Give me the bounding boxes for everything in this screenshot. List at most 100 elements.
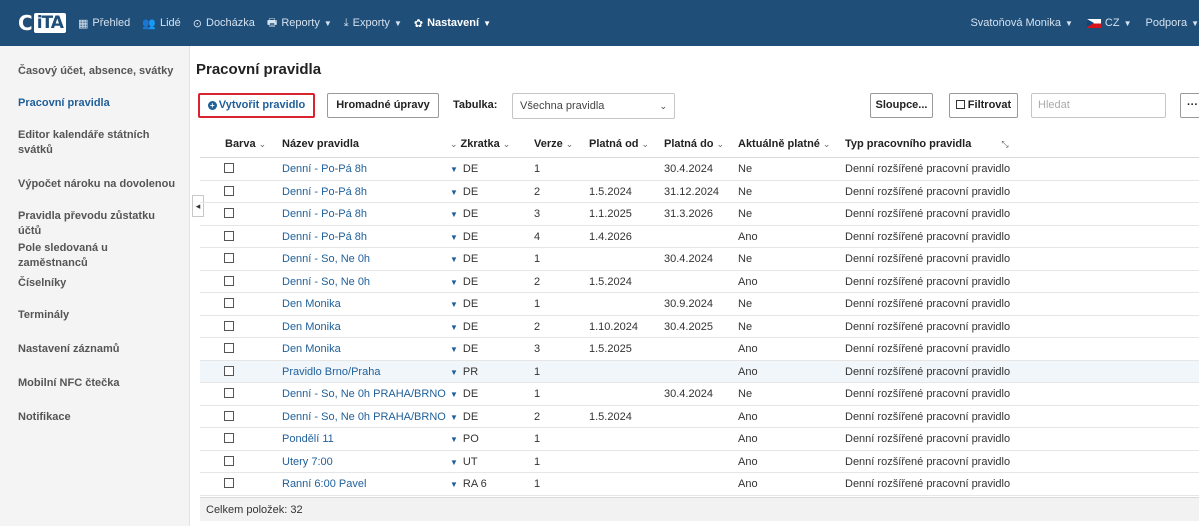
row-checkbox[interactable] <box>224 410 234 421</box>
cell-name[interactable]: Denní - Po-Pá 8h <box>282 186 367 198</box>
row-checkbox[interactable] <box>224 365 234 376</box>
cell-name[interactable]: Pravidlo Brno/Praha <box>282 366 380 378</box>
row-checkbox[interactable] <box>224 478 234 488</box>
table-row[interactable]: Den Monika ▼ DE 1 30.9.2024 Ne Denní rozšířené… <box>200 293 1199 316</box>
search-input[interactable]: Hledat <box>1031 93 1166 118</box>
filter-button[interactable]: Filtrovat <box>949 93 1018 118</box>
row-checkbox[interactable] <box>224 388 234 398</box>
color-dropdown-icon[interactable]: ▼ <box>450 435 458 444</box>
table-row[interactable]: Utery 7:00 ▼ UT 1 Ano Denní rozšířené pracovn… <box>200 451 1199 473</box>
color-dropdown-icon[interactable]: ▼ <box>450 210 458 219</box>
create-rule-button[interactable]: + Vytvořit pravidlo <box>198 93 315 118</box>
table-row[interactable]: Denní - So, Ne 0h ▼ DE 2 1.5.2024 Ano Denní ro… <box>200 271 1199 293</box>
color-dropdown-icon[interactable]: ▼ <box>450 188 458 197</box>
color-dropdown-icon[interactable]: ▼ <box>450 413 458 422</box>
sort-icon: ⌄ <box>716 139 725 149</box>
table-row[interactable]: Den Monika ▼ DE 2 1.10.2024 30.4.2025 Ne Denní … <box>200 316 1199 338</box>
color-dropdown-icon[interactable]: ▼ <box>450 345 458 354</box>
cell-name[interactable]: Denní - Po-Pá 8h <box>282 208 367 220</box>
sidebar-item[interactable]: Nastavení záznamů <box>18 342 178 357</box>
cell-name[interactable]: Denní - So, Ne 0h <box>282 253 370 265</box>
color-dropdown-icon[interactable]: ▼ <box>450 458 458 467</box>
color-dropdown-icon[interactable]: ▼ <box>450 233 458 242</box>
nav-printer-menu[interactable]: 🖶 Reporty ▼ <box>267 14 332 33</box>
sidebar-item[interactable]: Pracovní pravidla <box>18 96 178 111</box>
sidebar-item[interactable]: Výpočet nároku na dovolenou <box>18 177 178 192</box>
table-row[interactable]: Pondělí 11 ▼ PO 1 Ano Denní rozšířené pracovn… <box>200 428 1199 451</box>
color-dropdown-icon[interactable]: ▼ <box>450 255 458 264</box>
cell-name[interactable]: Den Monika <box>282 298 341 310</box>
cell-name[interactable]: Denní - Po-Pá 8h <box>282 163 367 175</box>
cell-name[interactable]: Denní - So, Ne 0h <box>282 276 370 288</box>
sidebar-item[interactable]: Pravidla převodu zůstatku účtů <box>18 209 178 239</box>
sidebar-item[interactable]: Pole sledovaná u zaměstnanců <box>18 241 178 271</box>
table-row[interactable]: Denní - So, Ne 0h PRAHA/BRNO ▼ DE 1 30.4.202… <box>200 383 1199 406</box>
sidebar-item[interactable]: Časový účet, absence, svátky <box>18 64 178 79</box>
support-menu[interactable]: Podpora ▼ <box>1145 17 1199 29</box>
cell-name[interactable]: Utery 7:00 <box>282 456 333 468</box>
color-dropdown-icon[interactable]: ▼ <box>450 480 458 489</box>
cell-name[interactable]: Denní - Po-Pá 8h <box>282 231 367 243</box>
cell-name[interactable]: Pondělí 11 <box>282 433 334 445</box>
table-row[interactable]: Den Monika ▼ DE 3 1.5.2025 Ano Denní rozšířené… <box>200 338 1199 361</box>
column-header-valid-from[interactable]: Platná od ⌄ <box>589 138 649 150</box>
color-dropdown-icon[interactable]: ▼ <box>450 390 458 399</box>
more-options-button[interactable]: ··· <box>1180 93 1199 118</box>
row-checkbox[interactable] <box>224 208 234 218</box>
color-dropdown-icon[interactable]: ▼ <box>450 323 458 332</box>
nav-clock-menu[interactable]: ⊙ Docházka <box>193 17 255 30</box>
row-checkbox[interactable] <box>224 253 234 263</box>
color-dropdown-icon[interactable]: ▼ <box>450 368 458 377</box>
cell-text: 3 <box>534 343 541 355</box>
row-checkbox[interactable] <box>224 298 234 308</box>
table-row[interactable]: Denní - Po-Pá 8h ▼ DE 1 30.4.2024 Ne Denní roz… <box>200 158 1199 181</box>
cell-text: Ano <box>738 230 758 243</box>
table-row[interactable]: Denní - So, Ne 0h ▼ DE 1 30.4.2024 Ne Denní ro… <box>200 248 1199 271</box>
table-row[interactable]: Denní - So, Ne 0h PRAHA/BRNO ▼ DE 2 1.5.2024… <box>200 406 1199 428</box>
cell-name[interactable]: Ranní 6:00 Pavel <box>282 478 366 490</box>
sidebar-item[interactable]: Terminály <box>18 308 178 323</box>
column-header-color[interactable]: Barva ⌄ <box>225 138 266 150</box>
language-menu[interactable]: CZ ▼ <box>1086 17 1131 29</box>
sidebar-item[interactable]: Editor kalendáře státních svátků <box>18 128 178 158</box>
sidebar-item[interactable]: Notifikace <box>18 410 178 425</box>
mass-edit-button[interactable]: Hromadné úpravy <box>327 93 439 118</box>
color-dropdown-icon[interactable]: ▼ <box>450 165 458 174</box>
row-checkbox[interactable] <box>224 185 234 196</box>
table-row[interactable]: Denní - Po-Pá 8h ▼ DE 3 1.1.2025 31.3.2026 Ne D… <box>200 203 1199 226</box>
column-header-name[interactable]: Název pravidla <box>282 138 359 150</box>
row-checkbox[interactable] <box>224 320 234 331</box>
cell-name[interactable]: Denní - So, Ne 0h PRAHA/BRNO <box>282 411 446 423</box>
sidebar-item[interactable]: Mobilní NFC čtečka <box>18 376 178 391</box>
table-row[interactable]: Denní - Po-Pá 8h ▼ DE 2 1.5.2024 31.12.2024 Ne… <box>200 181 1199 203</box>
column-header-current[interactable]: Aktuálně platné ⌄ <box>738 138 830 150</box>
row-checkbox[interactable] <box>224 163 234 173</box>
nav-gear-menu[interactable]: ✿ Nastavení ▼ <box>414 17 491 30</box>
app-logo[interactable]: CiTA <box>18 11 66 35</box>
nav-people-menu[interactable]: 👥 Lidé <box>142 17 181 30</box>
color-dropdown-icon[interactable]: ▼ <box>450 300 458 309</box>
row-checkbox[interactable] <box>224 230 234 241</box>
column-header-type[interactable]: Typ pracovního pravidla ⤡ <box>845 138 1009 150</box>
user-menu[interactable]: Svatoňová Monika ▼ <box>970 17 1072 29</box>
row-checkbox[interactable] <box>224 433 234 443</box>
cell-name[interactable]: Denní - So, Ne 0h PRAHA/BRNO <box>282 388 446 400</box>
table-row[interactable]: Pravidlo Brno/Praha ▼ PR 1 Ano Denní rozšířen… <box>200 360 1199 383</box>
column-header-version[interactable]: Verze ⌄ <box>534 138 573 150</box>
row-checkbox[interactable] <box>224 275 234 286</box>
table-select[interactable]: Všechna pravidla ⌄ <box>512 93 675 119</box>
nav-grid-menu[interactable]: ▦ Přehled <box>78 17 130 30</box>
color-dropdown-icon[interactable]: ▼ <box>450 278 458 287</box>
row-checkbox[interactable] <box>224 455 234 466</box>
cell-current: Ne <box>738 298 752 310</box>
table-row[interactable]: Denní - Po-Pá 8h ▼ DE 4 1.4.2026 Ano Denní roz… <box>200 226 1199 248</box>
cell-name[interactable]: Den Monika <box>282 321 341 333</box>
sidebar-item[interactable]: Číselníky <box>18 276 178 291</box>
table-row[interactable]: Ranní 6:00 Pavel ▼ RA 6 1 Ano Denní rozšířené… <box>200 473 1199 496</box>
columns-button[interactable]: Sloupce... <box>870 93 933 118</box>
column-header-valid-to[interactable]: Platná do ⌄ <box>664 138 724 150</box>
column-header-code[interactable]: ⌄ Zkratka ⌄ <box>450 138 510 150</box>
nav-export-menu[interactable]: ⤓ Exporty ▼ <box>344 17 402 30</box>
row-checkbox[interactable] <box>224 343 234 353</box>
cell-name[interactable]: Den Monika <box>282 343 341 355</box>
